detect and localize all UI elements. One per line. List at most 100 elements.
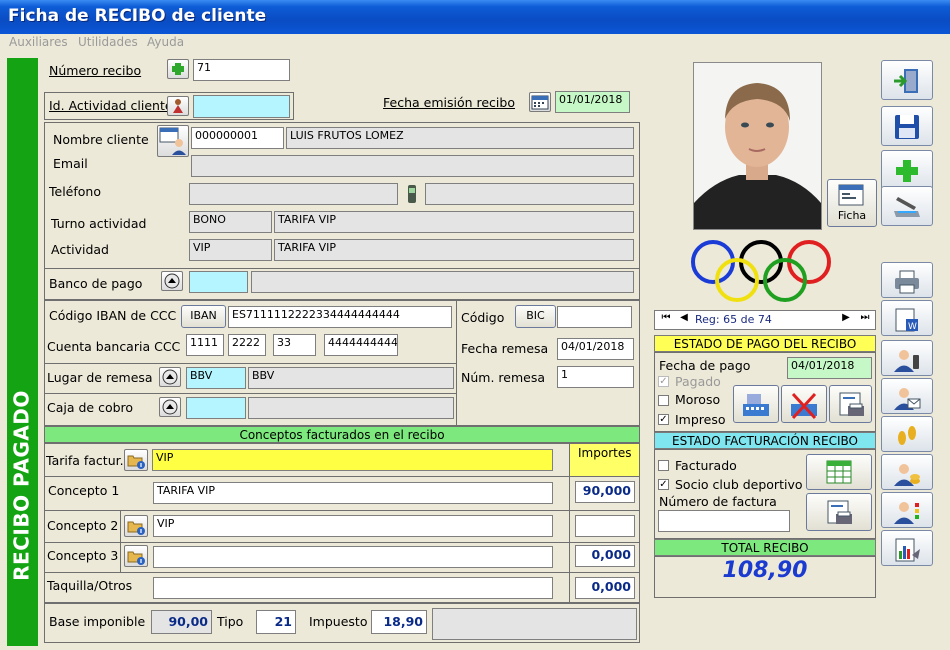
invoiced-checkbox[interactable] (658, 460, 669, 471)
client-status-button[interactable] (881, 492, 933, 528)
new-record-button[interactable] (881, 150, 933, 190)
tax-rate-field[interactable]: 21 (256, 610, 296, 634)
club-member-checkbox[interactable]: ✓ (658, 479, 669, 490)
menu-utilidades[interactable]: Utilidades (78, 35, 138, 49)
exit-button[interactable] (881, 60, 933, 100)
save-button[interactable] (881, 106, 933, 146)
cash-register-name-field (248, 397, 454, 419)
prev-record-icon[interactable]: ◀ (676, 312, 692, 328)
account-number-field[interactable]: 4444444444 (324, 334, 398, 356)
account-entity-field[interactable]: 1111 (186, 334, 224, 356)
bic-button[interactable]: BIC (515, 305, 556, 328)
record-position: Reg: 65 de 74 (695, 313, 772, 326)
activity-person-button[interactable] (167, 96, 189, 116)
concept-1-amount[interactable]: 90,000 (575, 481, 635, 503)
client-status-icon (894, 502, 919, 524)
attendance-button[interactable] (881, 416, 933, 452)
cancel-payment-button[interactable] (781, 385, 827, 423)
remittance-number-field[interactable]: 1 (557, 366, 634, 388)
invoice-number-field[interactable] (658, 510, 790, 532)
rate-field[interactable]: VIP (152, 449, 553, 471)
print-button[interactable] (881, 262, 933, 298)
iban-field[interactable]: ES7111112222334444444444 (228, 306, 452, 328)
iban-button[interactable]: IBAN (181, 305, 226, 328)
add-receipt-button[interactable] (167, 59, 189, 79)
calendar-button[interactable] (529, 92, 551, 112)
defaulter-checkbox[interactable] (658, 395, 669, 406)
receipt-number-label: Número recibo (49, 63, 142, 78)
client-email-button[interactable] (881, 378, 933, 414)
exit-door-icon (894, 69, 918, 93)
menu-auxiliares[interactable]: Auxiliares (9, 35, 68, 49)
client-photo (693, 62, 822, 230)
remittance-date-field[interactable]: 04/01/2018 (557, 338, 634, 360)
floppy-disk-icon (895, 115, 919, 139)
locker-label: Taquilla/Otros (47, 578, 133, 593)
cash-register-lookup-button[interactable] (159, 397, 181, 417)
concepts-row-divider-3 (44, 542, 640, 543)
tax-amount-label: Impuesto (309, 614, 368, 629)
mobile-phone-icon (408, 185, 416, 203)
next-record-icon[interactable]: ▶ (838, 312, 854, 328)
locker-amount[interactable]: 0,000 (575, 577, 635, 599)
print-receipt-button[interactable] (829, 385, 872, 423)
window-title: Ficha de RECIBO de cliente (0, 0, 950, 34)
locker-field[interactable] (153, 577, 553, 599)
total-value: 108,90 (722, 558, 808, 583)
client-code-field[interactable]: 000000001 (191, 127, 284, 149)
last-record-icon[interactable]: ⏭ (856, 312, 874, 328)
iban-label: Código IBAN de CCC (49, 308, 177, 323)
remittance-place-code-field[interactable]: BBV (186, 367, 246, 389)
invoice-table-button[interactable] (806, 454, 872, 490)
bic-field[interactable] (557, 306, 632, 328)
scan-button[interactable] (881, 186, 933, 226)
invoiced-label: Facturado (675, 458, 737, 473)
activity-id-field[interactable] (193, 95, 290, 118)
notes-field[interactable] (432, 608, 637, 640)
shift-code-field: BONO (189, 211, 272, 233)
concepts-row-divider-2 (44, 510, 640, 511)
concept-1-field[interactable]: TARIFA VIP (153, 482, 553, 504)
rate-folder-button[interactable] (124, 449, 148, 471)
client-card-button[interactable] (157, 125, 189, 157)
concept-3-field[interactable] (153, 546, 553, 568)
concept-3-folder-button[interactable] (124, 545, 148, 567)
emission-date-field[interactable]: 01/01/2018 (555, 91, 630, 113)
bank-code-field[interactable] (189, 271, 248, 293)
receipt-number-field[interactable]: 71 (193, 59, 290, 81)
remittance-place-label: Lugar de remesa (47, 370, 153, 385)
olympic-rings-logo (691, 240, 831, 302)
concept-2-label: Concepto 2 (47, 518, 119, 533)
statistics-button[interactable] (881, 530, 933, 566)
phone-field (189, 183, 398, 205)
first-record-icon[interactable]: ⏮ (657, 312, 675, 328)
chart-report-icon (895, 538, 920, 562)
concept-2-folder-button[interactable] (124, 515, 148, 537)
client-phone-button[interactable] (881, 340, 933, 376)
svg-text:W: W (908, 322, 917, 332)
concept-2-field[interactable]: VIP (153, 515, 553, 537)
defaulter-label: Moroso (675, 392, 721, 407)
concepts-label-divider (120, 510, 121, 572)
print-invoice-button[interactable] (806, 493, 872, 531)
cash-register-button[interactable] (733, 385, 779, 423)
bank-lookup-button[interactable] (161, 271, 183, 291)
concept-3-amount[interactable]: 0,000 (575, 545, 635, 567)
remittance-place-lookup-button[interactable] (159, 367, 181, 387)
concept-2-amount[interactable] (575, 515, 635, 537)
client-coins-icon (894, 464, 920, 486)
account-office-field[interactable]: 2222 (228, 334, 266, 356)
payment-state-header: ESTADO DE PAGO DEL RECIBO (654, 335, 876, 352)
printed-checkbox[interactable]: ✓ (658, 414, 669, 425)
concepts-row-divider-1 (44, 476, 640, 477)
cash-register-code-field[interactable] (186, 397, 246, 419)
word-export-button[interactable]: W (881, 300, 933, 336)
payment-date-field[interactable]: 04/01/2018 (787, 357, 872, 379)
activity-id-label: Id. Actividad cliente (49, 98, 173, 113)
concepts-header: Conceptos facturados en el recibo (44, 426, 640, 443)
account-dc-field[interactable]: 33 (273, 334, 316, 356)
client-payments-button[interactable] (881, 454, 933, 490)
ficha-button[interactable]: Ficha (827, 179, 877, 227)
menu-ayuda[interactable]: Ayuda (147, 35, 184, 49)
print-document-icon (827, 500, 852, 524)
